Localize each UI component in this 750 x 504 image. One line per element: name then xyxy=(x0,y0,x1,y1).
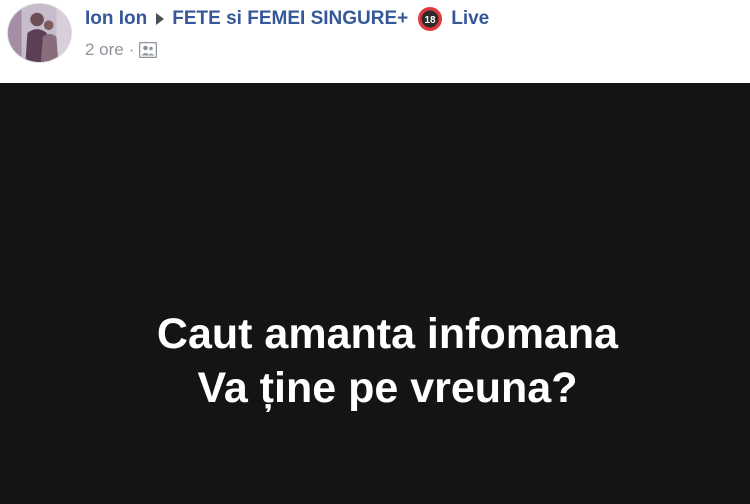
activity-live-label[interactable]: Live xyxy=(451,8,489,30)
post-meta-line: 2 ore · xyxy=(85,38,158,62)
group-audience-icon[interactable] xyxy=(139,42,158,58)
post-header: Ion Ion FETE si FEMEI SINGURE+ 18 Live 2… xyxy=(0,0,750,83)
post-text-line-2: Va ține pe vreuna? xyxy=(197,364,578,412)
post-text: Caut amanta infomana Va ține pe vreuna? xyxy=(0,307,750,415)
post-text-line-1: Caut amanta infomana xyxy=(156,310,619,358)
badge-label: 18 xyxy=(425,15,437,26)
post-timestamp[interactable]: 2 ore xyxy=(85,40,124,60)
adult-18-badge-icon: 18 xyxy=(417,6,443,32)
avatar[interactable] xyxy=(7,3,72,63)
avatar-photo xyxy=(8,4,71,62)
post-text-background: Caut amanta infomana Va ține pe vreuna? xyxy=(0,83,750,504)
post-title-line: Ion Ion FETE si FEMEI SINGURE+ 18 Live xyxy=(85,6,489,32)
group-name-link[interactable]: FETE si FEMEI SINGURE+ xyxy=(172,8,408,30)
triangle-right-icon xyxy=(155,12,165,26)
author-name-link[interactable]: Ion Ion xyxy=(85,8,147,30)
meta-separator: · xyxy=(128,40,135,59)
